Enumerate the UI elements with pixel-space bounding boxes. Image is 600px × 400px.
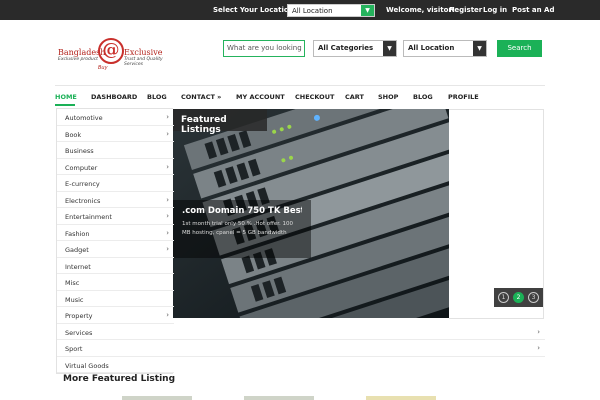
category-item[interactable]: Music <box>57 291 174 307</box>
nav-blog[interactable]: BLOG <box>147 93 167 101</box>
chevron-right-icon: › <box>166 162 169 171</box>
category-item[interactable]: Property › <box>57 307 174 324</box>
category-item[interactable]: Gadget › <box>57 241 174 258</box>
site-logo[interactable]: Bangladesh Exclusive product @ Exclusive… <box>58 38 168 74</box>
listing-thumb-3[interactable] <box>366 396 436 400</box>
category-item[interactable]: Electronics › <box>57 192 174 208</box>
chevron-right-icon: › <box>166 245 169 253</box>
chevron-right-icon: › <box>166 113 169 121</box>
category-item[interactable]: Sport › <box>57 340 545 357</box>
category-list: Automotive › Book › Business Computer › E-curre… <box>56 108 545 374</box>
category-item-label: Automotive <box>65 114 103 122</box>
location-label: Select Your Location <box>213 6 294 14</box>
category-item[interactable]: Internet <box>57 258 174 274</box>
right-panel <box>449 109 544 319</box>
nav-contact[interactable]: CONTACT » <box>181 93 221 101</box>
welcome-text: Welcome, visitor! <box>386 6 456 14</box>
chevron-down-icon: ▼ <box>361 5 374 16</box>
category-item[interactable]: Automotive › <box>57 109 174 126</box>
main-nav: HOME DASHBOARD BLOG CONTACT » MY ACCOUNT… <box>55 85 545 106</box>
category-item-label: Sport <box>65 345 83 353</box>
register-link[interactable]: Register <box>449 6 482 14</box>
search-location-select[interactable]: All Location ▼ <box>403 40 487 57</box>
nav-checkout[interactable]: CHECKOUT <box>295 93 334 101</box>
category-item[interactable]: Computer › <box>57 159 174 175</box>
category-item-label: Property <box>65 312 93 320</box>
more-featured-title: More Featured Listing <box>63 374 176 384</box>
logo-text-exclusive-product: Exclusive product <box>58 57 98 62</box>
category-item-label: Computer <box>65 163 98 172</box>
category-item-label: Fashion <box>65 229 90 238</box>
chevron-right-icon: › <box>537 327 540 336</box>
category-item[interactable]: Misc <box>57 274 174 291</box>
category-item-label: Entertainment <box>65 213 112 221</box>
nav-blog-2[interactable]: BLOG <box>413 93 433 101</box>
chevron-down-icon: ▼ <box>473 41 486 56</box>
logo-text-buy: Buy <box>98 65 108 71</box>
category-item[interactable]: E-currency <box>57 175 174 192</box>
chevron-right-icon: › <box>166 311 169 319</box>
category-item-label: Business <box>65 147 94 155</box>
category-item-label: Services <box>65 328 93 337</box>
login-link[interactable]: Log in <box>483 6 507 14</box>
nav-my-account[interactable]: MY ACCOUNT <box>236 93 285 101</box>
nav-active-underline <box>55 104 75 106</box>
nav-home[interactable]: HOME <box>55 93 77 101</box>
category-item[interactable]: Services › <box>57 324 545 340</box>
logo-text-exclusive: Exclusive <box>124 48 163 57</box>
listing-thumb-1[interactable] <box>122 396 192 400</box>
category-item[interactable]: Book › <box>57 126 174 142</box>
slider-title: Featured Listings <box>173 109 267 135</box>
chevron-right-icon: › <box>166 212 169 220</box>
category-item-label: Electronics <box>65 196 101 205</box>
category-item[interactable]: Entertainment › <box>57 208 174 225</box>
category-item[interactable]: Fashion › <box>57 225 174 241</box>
listing-thumb-2[interactable] <box>244 396 314 400</box>
nav-profile[interactable]: PROFILE <box>448 93 479 101</box>
post-ad-link[interactable]: Post an Ad <box>512 6 554 14</box>
category-select-value: All Categories <box>318 44 374 52</box>
category-item[interactable]: Business <box>57 142 174 159</box>
category-item[interactable]: Virtual Goods <box>57 357 174 373</box>
chevron-right-icon: › <box>166 195 169 204</box>
chevron-right-icon: › <box>537 344 540 352</box>
category-item-label: Book <box>65 130 82 139</box>
chevron-right-icon: › <box>166 129 169 138</box>
chevron-down-icon: ▼ <box>383 41 396 56</box>
location-select[interactable]: All Location ▼ <box>287 4 375 17</box>
location-select-value: All Location <box>292 7 333 15</box>
top-bar: Select Your Location All Location ▼ Welc… <box>0 0 600 20</box>
search-button[interactable]: Search <box>497 40 542 57</box>
slide-caption[interactable]: .com Domain 750 TK Best offe... 1st mont… <box>173 200 311 258</box>
chevron-right-icon: › <box>166 228 169 237</box>
category-item-label: Internet <box>65 262 91 271</box>
search-location-value: All Location <box>408 44 455 52</box>
category-select[interactable]: All Categories ▼ <box>313 40 397 57</box>
category-item-label: E-currency <box>65 180 100 188</box>
category-item-label: Virtual Goods <box>65 361 109 370</box>
category-item-label: Music <box>65 295 84 304</box>
category-item-label: Misc <box>65 279 80 287</box>
category-item-label: Gadget <box>65 246 89 254</box>
nav-dashboard[interactable]: DASHBOARD <box>91 93 137 101</box>
slide-caption-title[interactable]: .com Domain 750 TK Best offe... <box>182 206 302 216</box>
nav-shop[interactable]: SHOP <box>378 93 398 101</box>
logo-text-tagline: Trust and Quality Services <box>124 57 163 67</box>
search-input[interactable]: What are you looking fo <box>223 40 305 57</box>
logo-at-symbol: @ <box>98 38 124 64</box>
slide-caption-desc: 1st month trial only 50 % .Hot offer. 10… <box>182 221 294 236</box>
nav-cart[interactable]: CART <box>345 93 364 101</box>
